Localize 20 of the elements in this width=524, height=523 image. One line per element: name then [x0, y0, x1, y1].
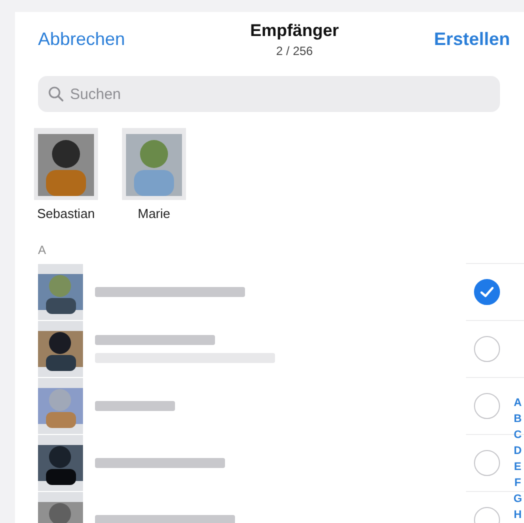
index-letter[interactable]: F	[514, 475, 522, 491]
recipient-name: Marie	[138, 206, 170, 221]
cancel-button[interactable]: Abbrechen	[38, 28, 126, 50]
index-letter[interactable]: G	[513, 491, 522, 507]
index-letter[interactable]: D	[514, 443, 522, 459]
select-checkbox[interactable]	[474, 450, 500, 476]
select-checkbox[interactable]	[474, 393, 500, 419]
sheet-title: Empfänger	[250, 20, 339, 40]
index-letter[interactable]: H	[514, 507, 522, 523]
recipient-name: Sebastian	[37, 206, 95, 221]
index-letter[interactable]: A	[514, 395, 522, 411]
index-letter[interactable]: C	[514, 427, 522, 443]
selection-count: 2 / 256	[276, 44, 313, 58]
select-checkbox[interactable]	[474, 279, 500, 305]
select-checkbox[interactable]	[474, 336, 500, 362]
create-button[interactable]: Erstellen	[434, 28, 510, 50]
section-header: A	[38, 243, 48, 257]
search-field[interactable]: Suchen	[38, 76, 500, 112]
index-letter[interactable]: B	[514, 411, 522, 427]
index-letter[interactable]: E	[514, 459, 522, 475]
